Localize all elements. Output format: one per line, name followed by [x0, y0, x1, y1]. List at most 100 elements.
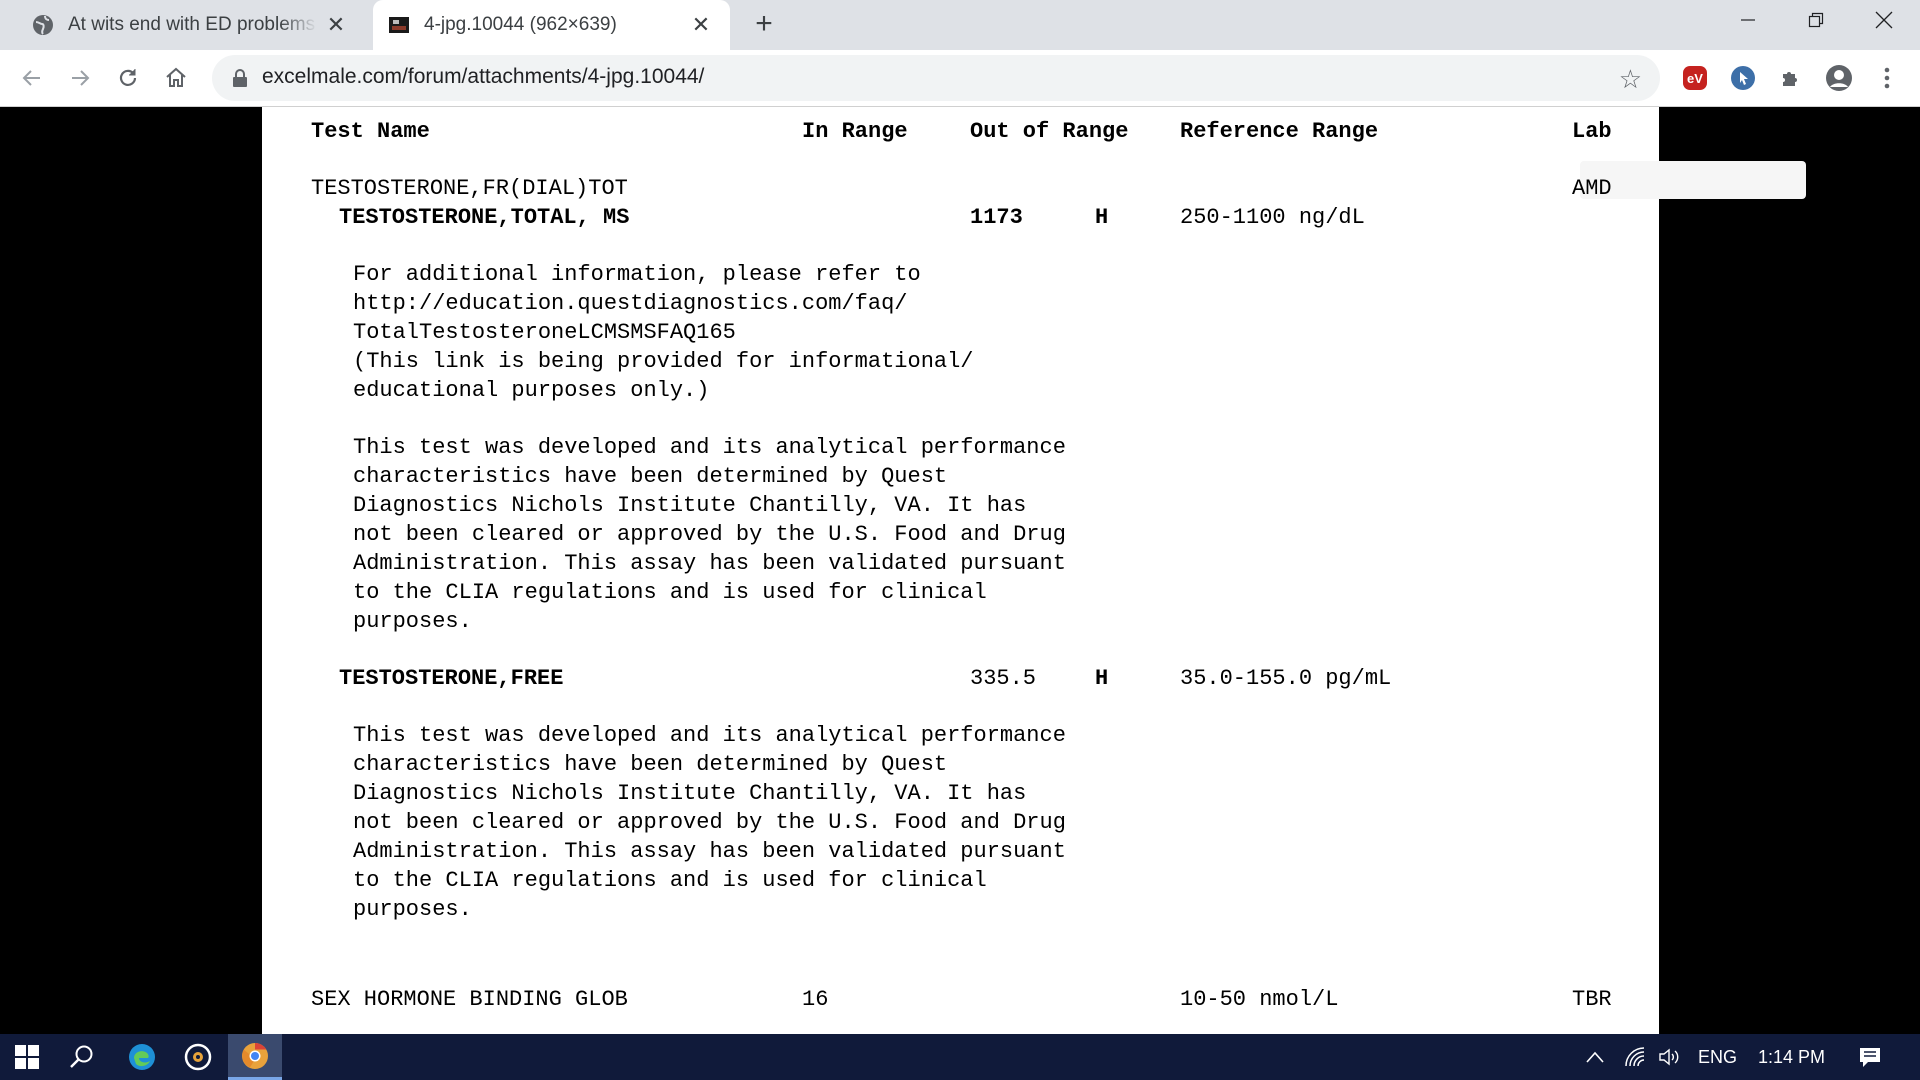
note-line: For additional information, please refer…: [353, 262, 921, 287]
restore-icon: [1808, 12, 1824, 28]
image-thumbnail-icon: [389, 17, 409, 33]
taskbar-edge[interactable]: [114, 1034, 170, 1080]
puzzle-piece-icon: [1783, 72, 1797, 86]
search-button[interactable]: [54, 1034, 110, 1080]
profile-button[interactable]: [1824, 63, 1854, 93]
chrome-icon: [242, 1042, 268, 1069]
back-arrow-icon: [22, 70, 40, 86]
cursor-extension-icon: [1731, 66, 1755, 90]
tab-image-attachment[interactable]: 4-jpg.10044 (962×639) ✕: [373, 0, 730, 50]
forward-arrow-icon: [72, 70, 90, 86]
tab-excelmale-thread[interactable]: At wits end with ED problems | ExcelMale…: [12, 0, 365, 50]
note-line: purposes.: [353, 897, 472, 922]
vertical-dots-icon: [1884, 67, 1890, 89]
header-lab: Lab: [1572, 119, 1612, 144]
free-testosterone-flag: H: [1095, 666, 1109, 691]
windows-logo-icon: [15, 1045, 39, 1069]
tab-title: 4-jpg.10044 (962×639): [424, 14, 617, 35]
taskbar-chrome[interactable]: [228, 1034, 282, 1080]
taskbar-media-app[interactable]: [170, 1034, 226, 1080]
note-line: http://education.questdiagnostics.com/fa…: [353, 291, 908, 316]
note-line: not been cleared or approved by the U.S.…: [353, 522, 1066, 547]
lab-report-image: Test Name In Range Out of Range Referenc…: [262, 107, 1806, 1034]
free-testosterone-name: TESTOSTERONE,FREE: [339, 666, 564, 691]
search-icon: [70, 1045, 93, 1068]
shbg-range: 10-50 nmol/L: [1180, 987, 1339, 1012]
chevron-up-icon: [1586, 1051, 1604, 1063]
note-line: to the CLIA regulations and is used for …: [353, 580, 987, 605]
header-in-range: In Range: [802, 119, 908, 144]
notification-icon: [1860, 1048, 1880, 1067]
start-button[interactable]: [0, 1034, 54, 1080]
account-circle-icon: [1826, 65, 1852, 91]
browser-toolbar: excelmale.com/forum/attachments/4-jpg.10…: [0, 50, 1920, 107]
note-line: Administration. This assay has been vali…: [353, 551, 1066, 576]
tab-strip: At wits end with ED problems | ExcelMale…: [0, 0, 1920, 50]
shbg-name: SEX HORMONE BINDING GLOB: [311, 987, 628, 1012]
minimize-button[interactable]: [1714, 0, 1782, 40]
address-bar[interactable]: excelmale.com/forum/attachments/4-jpg.10…: [212, 55, 1660, 101]
total-testosterone-name: TESTOSTERONE,TOTAL, MS: [339, 205, 630, 230]
group-name: TESTOSTERONE,FR(DIAL)TOT: [311, 176, 628, 201]
language-indicator[interactable]: ENG: [1698, 1034, 1737, 1080]
tab-title: At wits end with ED problems | ExcelMale: [68, 14, 317, 35]
note-line: to the CLIA regulations and is used for …: [353, 868, 987, 893]
free-testosterone-value: 335.5: [970, 666, 1037, 691]
extension-cursor-button[interactable]: [1728, 63, 1758, 93]
windows-taskbar: ENG 1:14 PM: [0, 1034, 1920, 1080]
system-clock[interactable]: 1:14 PM: [1758, 1034, 1825, 1080]
lock-icon: [233, 69, 247, 87]
svg-text:eV: eV: [1687, 71, 1703, 86]
reload-button[interactable]: [112, 62, 144, 94]
total-testosterone-flag: H: [1095, 205, 1109, 230]
globe-icon: [33, 15, 53, 35]
close-window-button[interactable]: [1850, 0, 1918, 40]
browser-menu-button[interactable]: [1872, 63, 1902, 93]
network-status[interactable]: [1624, 1034, 1650, 1080]
close-icon: [1875, 11, 1893, 29]
disc-icon: [184, 1043, 212, 1071]
total-testosterone-range: 250-1100 ng/dL: [1180, 205, 1365, 230]
extension-red-icon: eV: [1683, 66, 1707, 90]
show-hidden-icons[interactable]: [1586, 1034, 1612, 1080]
note-line: Administration. This assay has been vali…: [353, 839, 1066, 864]
extensions-button[interactable]: [1776, 63, 1806, 93]
shbg-value: 16: [802, 987, 829, 1012]
forward-button[interactable]: [64, 62, 96, 94]
faint-watermark-box: [1580, 161, 1806, 199]
note-line: characteristics have been determined by …: [353, 464, 948, 489]
new-tab-button[interactable]: +: [749, 9, 779, 40]
note-line: not been cleared or approved by the U.S.…: [353, 810, 1066, 835]
note-line: This test was developed and its analytic…: [353, 435, 1066, 460]
note-line: educational purposes only.): [353, 378, 710, 403]
note-line: characteristics have been determined by …: [353, 752, 948, 777]
action-center-button[interactable]: [1858, 1034, 1886, 1080]
note-line: This test was developed and its analytic…: [353, 723, 1066, 748]
header-reference-range: Reference Range: [1180, 119, 1379, 144]
url-text: excelmale.com/forum/attachments/4-jpg.10…: [262, 65, 705, 88]
home-button[interactable]: [160, 62, 192, 94]
group-lab: AMD: [1572, 176, 1612, 201]
wifi-icon: [1625, 1047, 1645, 1067]
page-viewport: Test Name In Range Out of Range Referenc…: [0, 107, 1920, 1034]
reload-icon: [119, 69, 137, 86]
header-test-name: Test Name: [311, 119, 430, 144]
bookmark-star-icon[interactable]: ☆: [1619, 64, 1642, 95]
close-tab-icon[interactable]: ✕: [325, 14, 347, 36]
note-line: purposes.: [353, 609, 472, 634]
header-out-of-range: Out of Range: [970, 119, 1129, 144]
volume-control[interactable]: [1658, 1034, 1684, 1080]
home-icon: [166, 67, 186, 87]
note-line: TotalTestosteroneLCMSMSFAQ165: [353, 320, 736, 345]
shbg-lab: TBR: [1572, 987, 1612, 1012]
back-button[interactable]: [16, 62, 48, 94]
note-line: Diagnostics Nichols Institute Chantilly,…: [353, 493, 1027, 518]
total-testosterone-value: 1173: [970, 205, 1023, 230]
close-tab-icon[interactable]: ✕: [690, 14, 712, 36]
restore-button[interactable]: [1782, 0, 1850, 40]
minimize-icon: [1741, 19, 1755, 21]
note-line: (This link is being provided for informa…: [353, 349, 974, 374]
edge-browser-icon: [129, 1044, 155, 1070]
free-testosterone-range: 35.0-155.0 pg/mL: [1180, 666, 1392, 691]
extension-red-button[interactable]: eV: [1680, 63, 1710, 93]
